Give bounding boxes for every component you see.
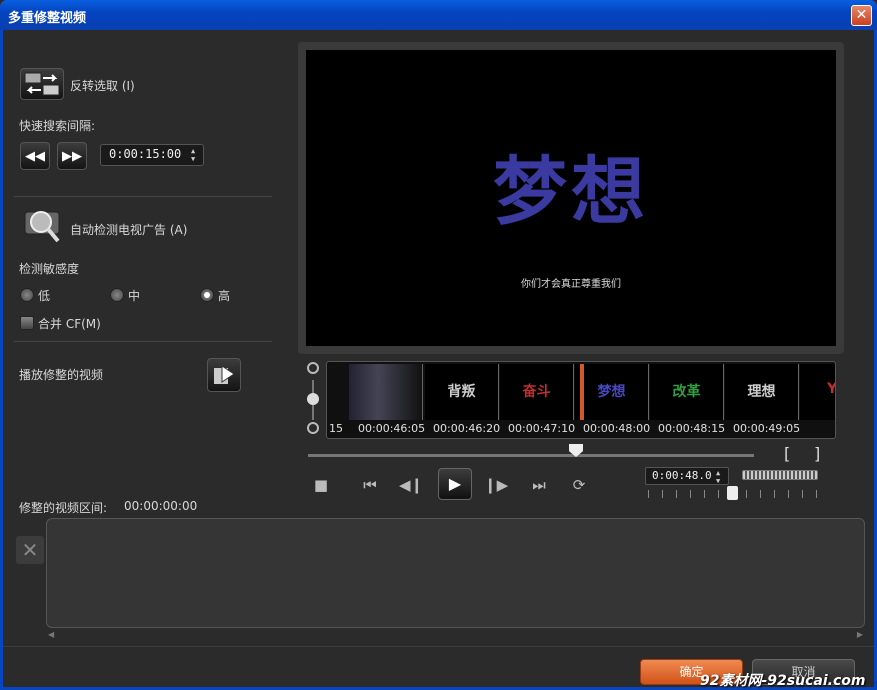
timecode-label: 15 [329,422,343,435]
timeline-thumbnail[interactable]: 梦想 [575,364,649,420]
sensitivity-low-label: 低 [38,289,51,303]
mark-in-button[interactable]: [ [784,444,790,463]
timeline-thumbnail[interactable]: 背叛 [425,364,499,420]
timecode-label: 00:00:48:15 [658,422,726,435]
timecode-label: 00:00:48:00 [583,422,651,435]
timecode-label: 00:00:47:10 [508,422,576,435]
trimmed-clips-list[interactable] [46,518,865,628]
thumbnail-text: 奋斗 [522,384,551,400]
timeline-thumbnail[interactable] [349,364,423,420]
merge-cf-label: 合并 CF(M) [38,317,101,331]
skip-to-start-icon[interactable]: ⏮ [358,476,382,494]
remove-icon[interactable]: ✕ [16,536,44,564]
sensitivity-medium-radio[interactable] [110,288,124,302]
play-icon: ▶ [448,474,462,493]
timecode-label: 00:00:46:05 [358,422,426,435]
rewind-button[interactable]: ◀◀ [20,142,50,170]
invert-selection-label[interactable]: 反转选取 (I) [70,77,135,94]
invert-selection-button[interactable] [20,68,64,100]
timecode-label: 00:00:46:20 [433,422,501,435]
timecode-label: 00:00:49:05 [733,422,801,435]
watermark: 92素材网-92sucai.com [700,673,866,689]
thumbnail-text: 改革 [672,384,701,400]
auto-detect-label[interactable]: 自动检测电视广告 (A) [70,221,187,238]
trimmed-interval-value: 00:00:00:00 [124,499,198,513]
preview-subtitle: 你们才会真正尊重我们 [521,279,621,290]
thumbnail-text: 理想 [747,384,776,400]
separator [14,196,272,197]
invert-icon [24,72,60,96]
timeline-thumbnail[interactable]: 奋斗 [500,364,574,420]
rewind-icon: ◀◀ [25,148,45,164]
sensitivity-label: 检测敏感度 [19,262,80,276]
scrub-bar[interactable] [308,454,754,457]
merge-cf-checkbox[interactable] [20,316,34,330]
scroll-left-icon[interactable]: ◀ [48,630,54,639]
preview-screen: 梦想 你们才会真正尊重我们 [306,50,836,346]
scroll-right-icon[interactable]: ▶ [857,630,863,639]
sensitivity-high-label: 高 [218,289,231,303]
interval-spinner[interactable]: ▲ ▼ [191,147,201,163]
close-button[interactable]: ✕ [851,5,872,26]
timeline-thumbnail[interactable]: 理想 [725,364,799,420]
current-time-input[interactable]: 0:00:48.0 ▲ ▼ [645,467,729,485]
thumbnail-text: 背叛 [447,384,476,400]
shuttle-knob[interactable] [727,486,738,500]
interval-value: 0:00:15:00 [109,147,182,161]
preview-title-text: 梦想 [493,149,649,235]
window-title: 多重修整视频 [8,11,87,26]
sensitivity-medium-label: 中 [128,289,141,303]
previous-frame-icon[interactable]: ◀❙ [399,476,423,494]
separator [14,341,272,342]
interval-time-input[interactable]: 0:00:15:00 ▲ ▼ [100,144,204,166]
auto-detect-button[interactable] [22,206,66,246]
zoom-in-icon[interactable] [307,362,319,374]
zoom-slider-knob[interactable] [307,393,319,405]
play-trimmed-button[interactable] [207,358,241,392]
film-play-icon [214,365,235,384]
current-time-value: 0:00:48.0 [652,469,712,482]
magnifier-icon [24,211,60,243]
sensitivity-high-radio[interactable] [200,288,214,302]
play-trimmed-label: 播放修整的视频 [19,368,104,382]
timeline-thumbnail[interactable]: YE [800,364,835,420]
next-frame-icon[interactable]: ❙▶ [484,476,508,494]
quick-search-label: 快速搜索间隔: [19,119,96,133]
current-time-spinner[interactable]: ▲ ▼ [716,469,726,485]
thumbnail-text: 梦想 [597,384,626,400]
stop-icon[interactable]: ■ [309,476,333,494]
repeat-icon[interactable]: ⟳ [567,476,591,494]
fast-forward-icon: ▶▶ [62,148,82,164]
video-preview: 梦想 你们才会真正尊重我们 [298,42,844,354]
trimmed-interval-label: 修整的视频区间: [19,501,108,515]
mark-out-button[interactable]: ] [814,444,820,463]
thumbnail-text: YE [827,381,835,397]
skip-to-end-icon[interactable]: ⏭ [527,476,551,494]
title-bar: 多重修整视频 ✕ [0,0,877,30]
timeline-cursor[interactable] [580,364,584,420]
jog-wheel[interactable] [742,470,818,480]
fast-forward-button[interactable]: ▶▶ [57,142,87,170]
horizontal-scrollbar[interactable]: ◀ ▶ [46,630,865,642]
timeline-thumbnail[interactable]: 改革 [650,364,724,420]
thumbnail-timeline[interactable]: 背叛 奋斗 梦想 改革 理想 YE 15 00:00:46:05 00:00:4… [326,361,836,439]
zoom-out-icon[interactable] [307,422,319,434]
play-button[interactable]: ▶ [438,468,472,500]
sensitivity-low-radio[interactable] [20,288,34,302]
